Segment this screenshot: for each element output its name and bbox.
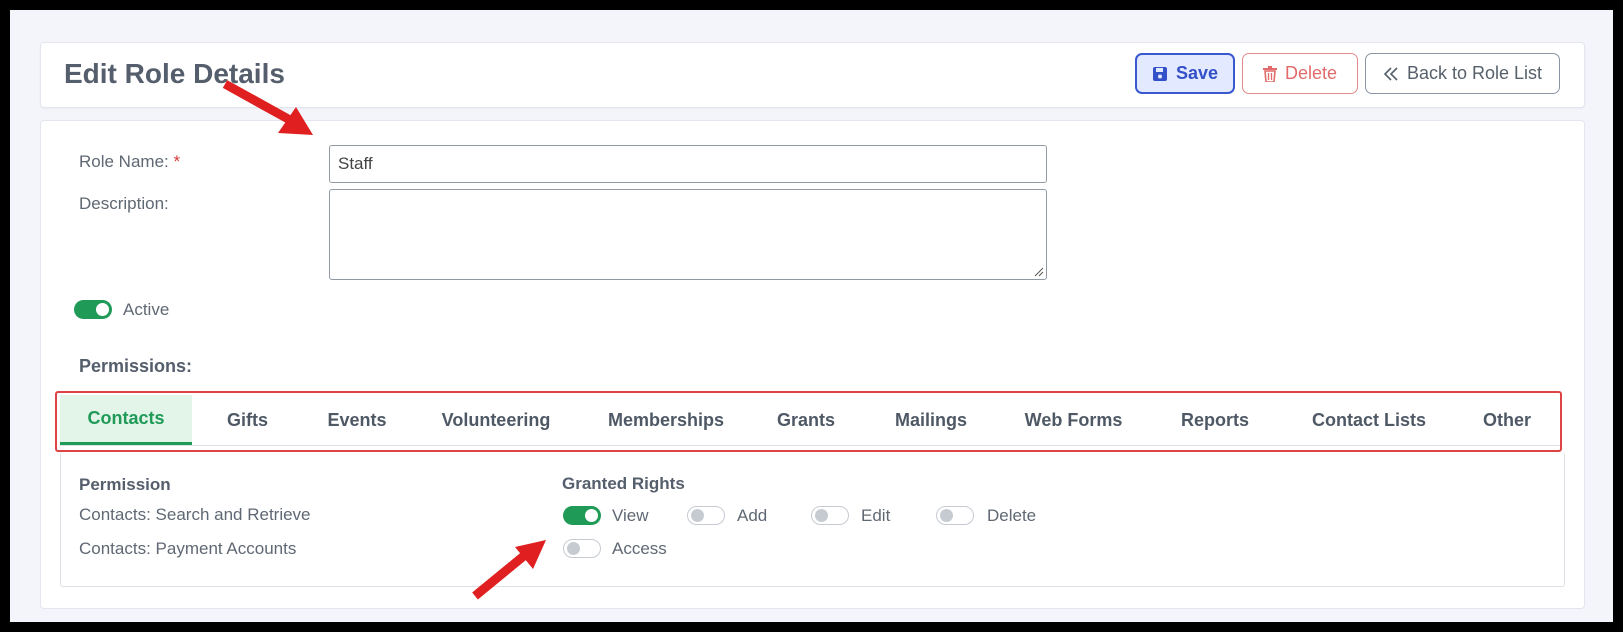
delete-label: Delete xyxy=(987,506,1037,525)
edit-label: Edit xyxy=(861,506,891,525)
add-toggle[interactable] xyxy=(687,506,725,525)
resize-handle-icon[interactable] xyxy=(1034,267,1044,277)
permissions-title: Permissions: xyxy=(79,356,193,376)
toggle-knob xyxy=(815,509,828,522)
role-name-label: Role Name: * xyxy=(79,152,180,172)
toggle-knob xyxy=(940,509,953,522)
back-button-label: Back to Role List xyxy=(1406,63,1543,83)
floppy-disk-icon xyxy=(1152,66,1167,81)
toggle-knob xyxy=(567,542,580,555)
toggle-knob xyxy=(585,509,598,522)
toggle-knob xyxy=(96,303,109,316)
delete-toggle[interactable] xyxy=(936,506,974,525)
permission-column-header: Permission xyxy=(79,475,171,494)
delete-button-label: Delete xyxy=(1284,63,1338,83)
delete-button[interactable]: Delete xyxy=(1242,53,1358,94)
role-name-label-text: Role Name: xyxy=(79,152,169,171)
tabs-highlight-annotation xyxy=(55,391,1562,452)
add-label: Add xyxy=(737,506,768,525)
required-marker: * xyxy=(173,152,181,171)
back-to-role-list-button[interactable]: Back to Role List xyxy=(1365,53,1560,94)
save-button-label: Save xyxy=(1175,63,1219,83)
granted-rights-column-header: Granted Rights xyxy=(562,474,685,493)
view-label: View xyxy=(612,506,649,525)
trash-icon xyxy=(1262,65,1277,82)
role-name-input[interactable]: Staff xyxy=(329,145,1047,183)
access-label: Access xyxy=(612,539,667,558)
save-button[interactable]: Save xyxy=(1135,53,1235,94)
permission-name: Contacts: Payment Accounts xyxy=(79,539,297,558)
active-label: Active xyxy=(123,300,170,319)
description-label: Description: xyxy=(79,194,169,213)
annotation-arrow-icon xyxy=(222,80,313,135)
edit-toggle[interactable] xyxy=(811,506,849,525)
view-toggle[interactable] xyxy=(563,506,601,525)
permission-name: Contacts: Search and Retrieve xyxy=(79,505,311,524)
annotation-arrow-icon xyxy=(472,540,546,600)
double-chevron-left-icon xyxy=(1383,66,1398,81)
description-textarea[interactable] xyxy=(329,189,1047,280)
toggle-knob xyxy=(691,509,704,522)
access-toggle[interactable] xyxy=(563,539,601,558)
active-toggle[interactable] xyxy=(74,300,112,319)
